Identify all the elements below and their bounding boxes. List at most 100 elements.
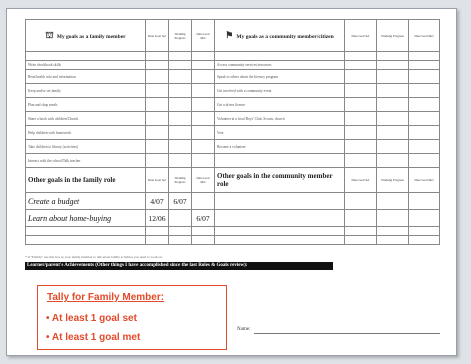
table-cell [145,51,169,61]
table-cell [344,83,377,98]
tally-goal-set: • At least 1 goal set [46,313,137,324]
other-community-goals-header: Other goals in the community member role [214,167,345,193]
table-cell [376,153,409,168]
col-working-progress-2: Working Progress [376,19,409,52]
table-cell [408,111,440,126]
table-cell [214,226,345,236]
col-date-set-2: Date Goal Set [344,19,377,52]
name-label: Name: [237,327,251,332]
table-cell [25,235,146,245]
table-cell [344,60,377,70]
table-cell [376,226,409,236]
table-cell [344,226,377,236]
table-cell [168,235,192,245]
table-cell [168,51,192,61]
table-cell [344,235,377,245]
other-family-goal-row: Create a budget [25,192,146,210]
goal-date-set: 12/06 [145,209,169,227]
goals-table: ⛫ My goals as a family member Date Goal S… [25,19,440,245]
table-cell [408,209,440,227]
table-cell [191,125,215,140]
table-cell [25,51,146,61]
table-cell [376,125,409,140]
community-goals-header: ⚑ My goals as a community member/citizen [214,19,345,52]
tally-title: Tally for Family Member: [47,292,165,303]
col-date-met-3: Date Goal Met [191,167,215,193]
table-cell [168,97,192,112]
community-goal-item: Speak to others about the literacy progr… [214,69,345,84]
table-cell [376,83,409,98]
family-goal-item: Plan and shop meals [25,97,146,112]
table-cell [376,139,409,154]
table-cell [376,209,409,227]
community-goal-item: Access community services/resources [214,60,345,70]
table-cell [214,235,345,245]
table-cell [408,51,440,61]
goal-working-progress: 6/07 [168,192,192,210]
table-cell [408,125,440,140]
table-cell [376,60,409,70]
table-cell [191,226,215,236]
other-family-goals-header: Other goals in the family role [25,167,146,193]
table-cell [376,97,409,112]
document-page: ⛫ My goals as a family member Date Goal S… [6,8,457,356]
col-date-set-4: Date Goal Set [344,167,377,193]
table-cell [344,139,377,154]
tally-goal-met: • At least 1 goal met [46,332,141,343]
family-goal-item: Share a book with children/Church [25,111,146,126]
table-cell [214,51,345,61]
table-cell [344,69,377,84]
col-date-met-2: Date Goal Met [408,19,440,52]
table-cell [25,226,146,236]
family-header-title: My goals as a family member [56,33,126,40]
col-working-progress-3: Working Progress [168,167,192,193]
table-cell [344,51,377,61]
table-cell [376,51,409,61]
name-signature-line [254,333,440,334]
col-working-progress: Working Progress [168,19,192,52]
family-goal-item: Write checkbook skills [25,60,146,70]
table-cell [376,111,409,126]
community-goal-item: Become a volunteer [214,139,345,154]
table-cell [145,125,169,140]
footnote: * If "Family" use this box as your famil… [25,255,163,259]
table-cell [168,111,192,126]
family-goal-item: Take children to library (activities) [25,139,146,154]
family-goals-header: ⛫ My goals as a family member [25,19,146,52]
family-goal-item: Read health info and information [25,69,146,84]
table-cell [408,235,440,245]
table-cell [168,226,192,236]
col-date-set: Date Goal Set [145,19,169,52]
table-cell [408,97,440,112]
table-cell [376,69,409,84]
table-cell [168,125,192,140]
goal-date-met [191,192,215,210]
table-cell [145,226,169,236]
table-cell [344,97,377,112]
table-cell [214,209,345,227]
community-goal-item: Get a driver license [214,97,345,112]
community-icon: ⚑ [225,29,234,40]
table-cell [168,69,192,84]
table-cell [344,125,377,140]
table-cell [145,60,169,70]
table-cell [344,153,377,168]
table-cell [168,139,192,154]
table-cell [145,69,169,84]
tally-callout: Tally for Family Member: • At least 1 go… [37,285,227,350]
table-cell [344,192,377,210]
family-goal-item: Interact with the school/Talk teacher [25,153,146,168]
goal-date-met: 6/07 [191,209,215,227]
family-icon: ⛫ [45,29,54,40]
table-cell [145,83,169,98]
community-goal-item: Get involved with a community event [214,83,345,98]
community-goal-item: Vote [214,125,345,140]
accomplishments-bar: Learner/parent's Achievements (Other thi… [25,262,333,270]
table-cell [408,226,440,236]
table-cell [408,153,440,168]
table-cell [191,97,215,112]
table-cell [408,69,440,84]
table-cell [408,83,440,98]
table-cell [376,235,409,245]
col-working-progress-4: Working Progress [376,167,409,193]
